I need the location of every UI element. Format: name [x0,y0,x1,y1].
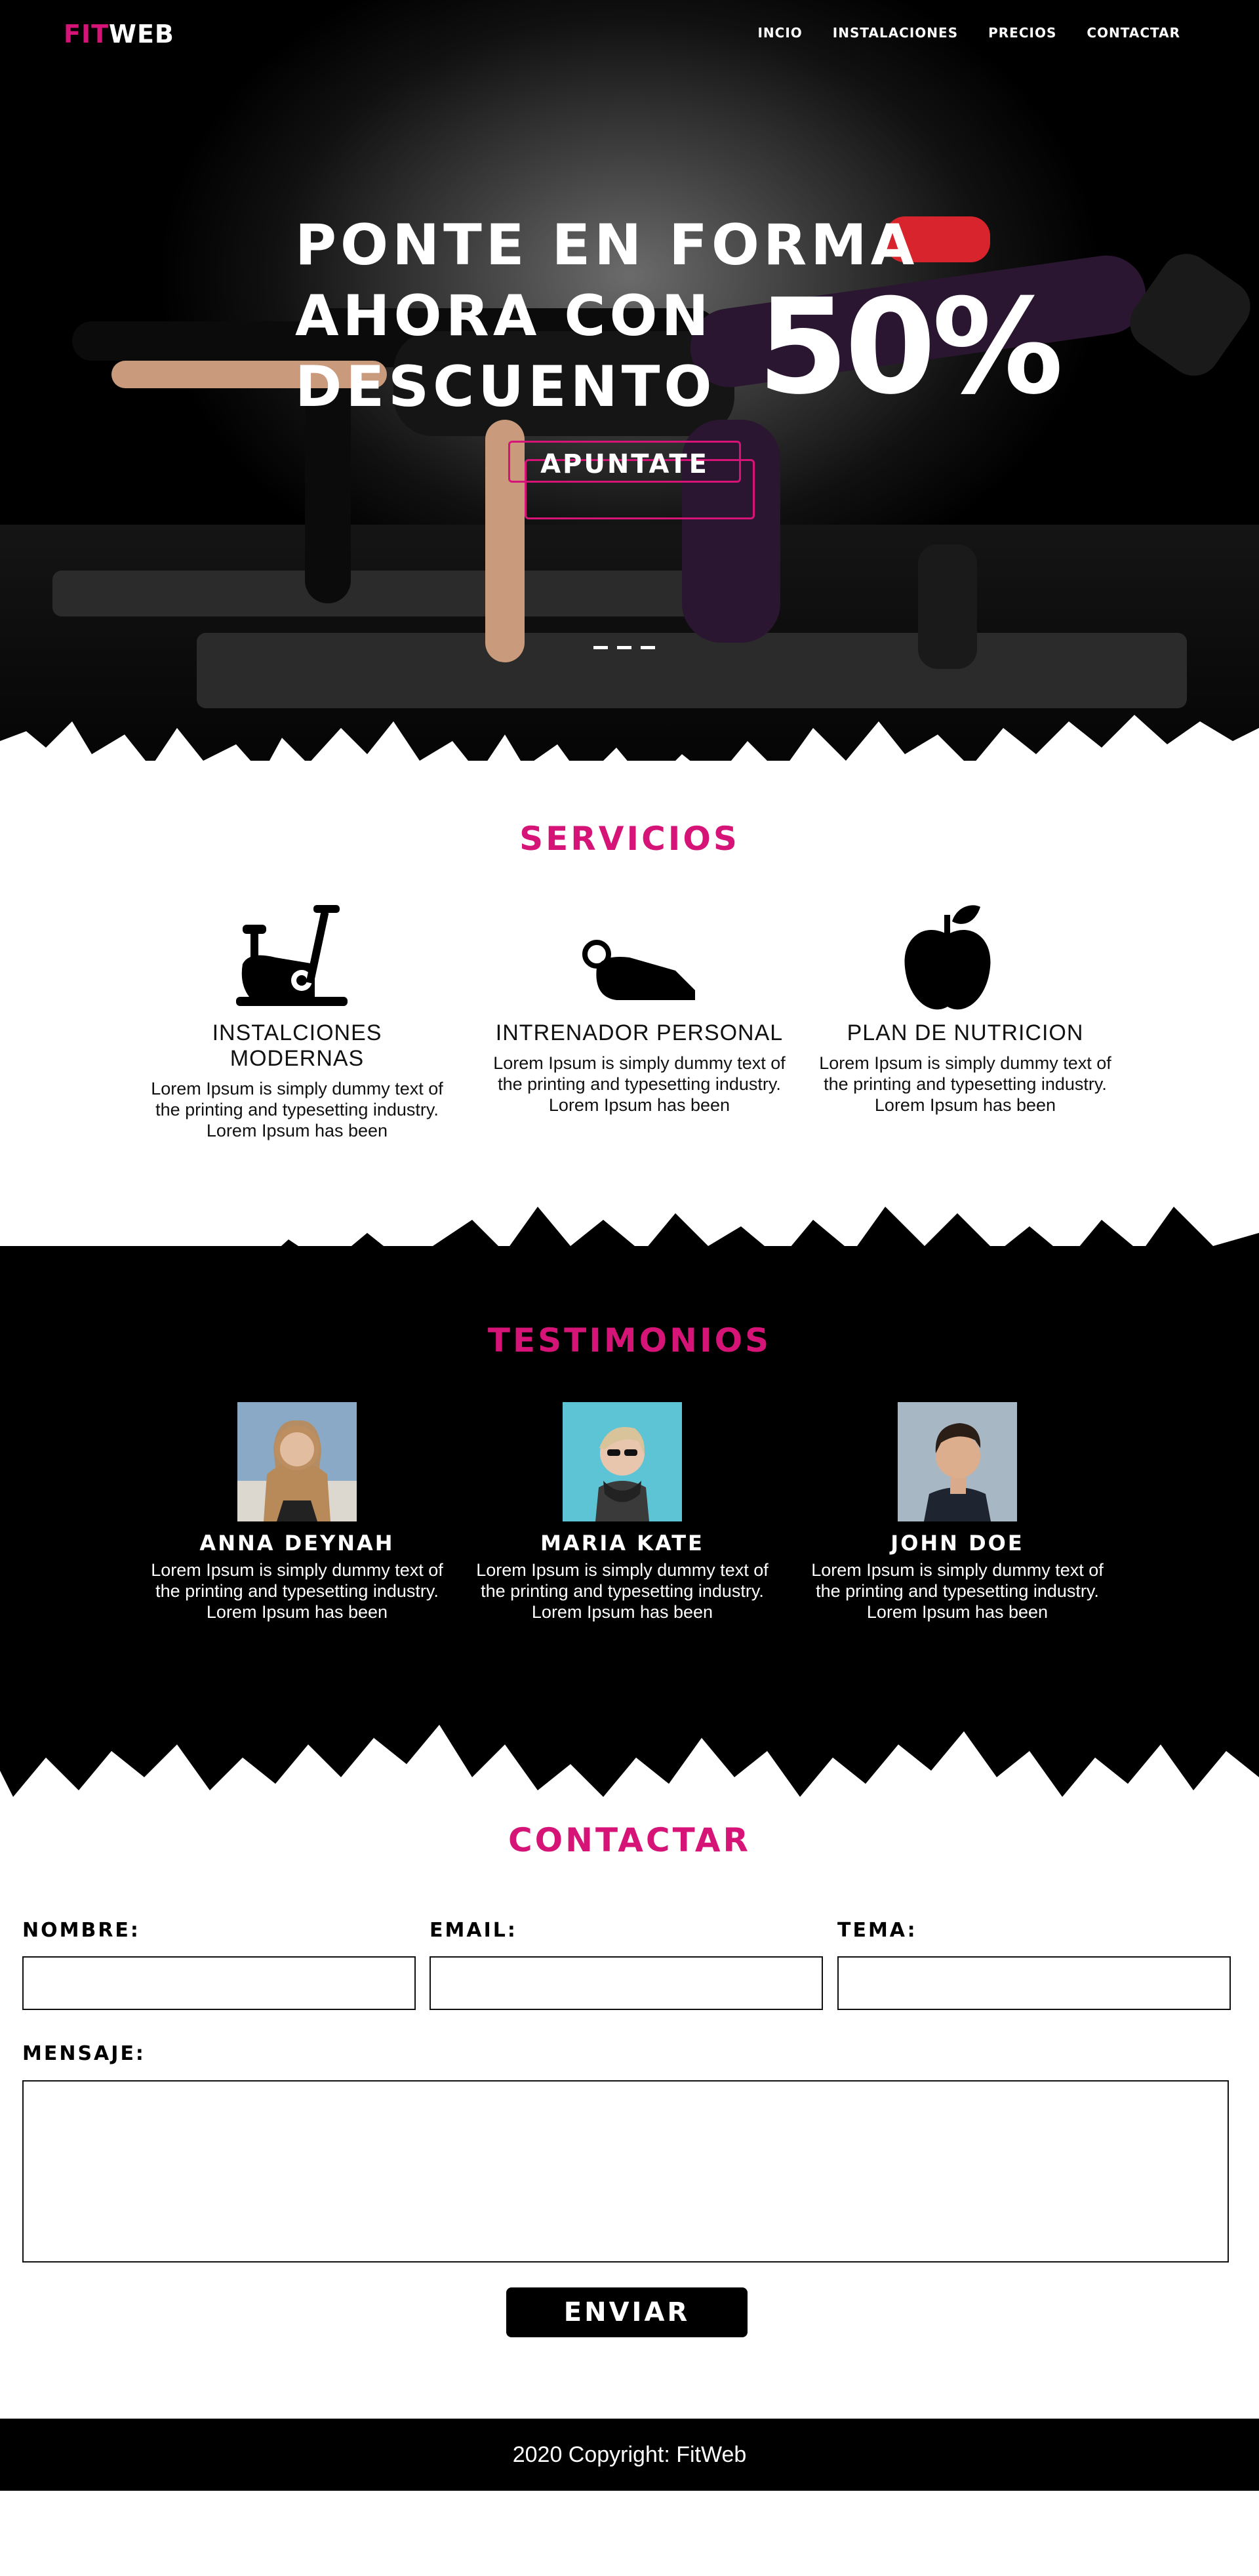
mensaje-label: MENSAJE: [22,2042,146,2065]
email-input[interactable] [430,1956,823,2010]
avatar-john-image [898,1402,1017,1521]
testimonial-card-2: MARIA KATE Lorem Ipsum is simply dummy t… [468,1402,776,1622]
nav-link-precios[interactable]: PRECIOS [988,25,1056,41]
testimonial-card-1: ANNA DEYNAH Lorem Ipsum is simply dummy … [143,1402,451,1622]
servicios-title: SERVICIOS [519,820,740,858]
avatar-maria-image [563,1402,682,1521]
service-card-1: INSTALCIONES MODERNAS Lorem Ipsum is sim… [143,1020,451,1141]
sneaker-black-2 [918,544,977,669]
service-card-2: INTRENADOR PERSONAL Lorem Ipsum is simpl… [485,1020,793,1116]
nombre-label: NOMBRE: [22,1919,140,1942]
testimonial-card-3: JOHN DOE Lorem Ipsum is simply dummy tex… [803,1402,1111,1622]
service-title-3: PLAN DE NUTRICION [847,1020,1084,1045]
hero-banner: PONTE EN FORMA AHORA CON DESCUENTO 50% A… [0,0,1259,761]
avatar [237,1402,357,1521]
hero-line-1: PONTE EN FORMA [295,212,919,278]
testimonial-text-3: Lorem Ipsum is simply dummy text of the … [811,1560,1104,1622]
brush-divider-hero [0,715,1259,813]
service-title-1: INSTALCIONES MODERNAS [212,1020,382,1071]
slider-dot-3[interactable] [641,646,655,649]
avatar-anna-image [237,1402,357,1521]
slider-dot-2[interactable] [617,646,631,649]
service-title-2: INTRENADOR PERSONAL [495,1020,784,1045]
apuntate-button[interactable]: APUNTATE [508,441,741,483]
contactar-title: CONTACTAR [508,1821,751,1859]
nombre-input[interactable] [22,1956,416,2010]
brush-divider-testimonios-bottom [0,1705,1259,1797]
service-text-3: Lorem Ipsum is simply dummy text of the … [819,1053,1111,1115]
logo-web: WEB [109,20,174,49]
nav-link-contactar[interactable]: CONTACTAR [1087,25,1180,41]
footer: 2020 Copyright: FitWeb [0,2419,1259,2491]
service-card-3: PLAN DE NUTRICION Lorem Ipsum is simply … [811,1020,1119,1116]
mensaje-textarea[interactable] [22,2080,1229,2263]
slider-dot-1[interactable] [593,646,608,649]
hero-discount: 50% [757,271,1064,424]
apple-icon [904,905,991,1010]
testimonial-name-2: MARIA KATE [540,1531,704,1556]
logo-fit: FIT [64,20,110,49]
brush-divider-testimonios-top [0,1207,1259,1298]
enviar-button[interactable]: ENVIAR [506,2287,748,2337]
tema-input[interactable] [837,1956,1231,2010]
footer-copyright: 2020 Copyright: FitWeb [512,2442,747,2467]
whistle-icon [582,940,695,1000]
nav-link-inicio[interactable]: INCIO [757,25,802,41]
hero-slider-dots[interactable] [593,646,655,649]
avatar [563,1402,682,1521]
testimonial-name-1: ANNA DEYNAH [199,1531,395,1556]
testimonial-text-2: Lorem Ipsum is simply dummy text of the … [476,1560,769,1622]
email-label: EMAIL: [430,1919,517,1942]
tema-label: TEMA: [837,1919,917,1942]
service-text-1: Lorem Ipsum is simply dummy text of the … [151,1079,443,1140]
exercise-bike-icon [236,905,348,1006]
avatar [898,1402,1017,1521]
sneaker-black [1119,243,1259,386]
main-nav: INCIO INSTALACIONES PRECIOS CONTACTAR [757,25,1180,41]
nav-link-instalaciones[interactable]: INSTALACIONES [833,25,958,41]
fitweb-logo[interactable]: FITWEB [64,20,174,49]
testimonial-name-3: JOHN DOE [890,1531,1024,1556]
service-text-2: Lorem Ipsum is simply dummy text of the … [493,1053,786,1115]
testimonios-title: TESTIMONIOS [487,1321,772,1359]
testimonial-text-1: Lorem Ipsum is simply dummy text of the … [151,1560,443,1622]
yoga-mat-back [52,571,708,616]
